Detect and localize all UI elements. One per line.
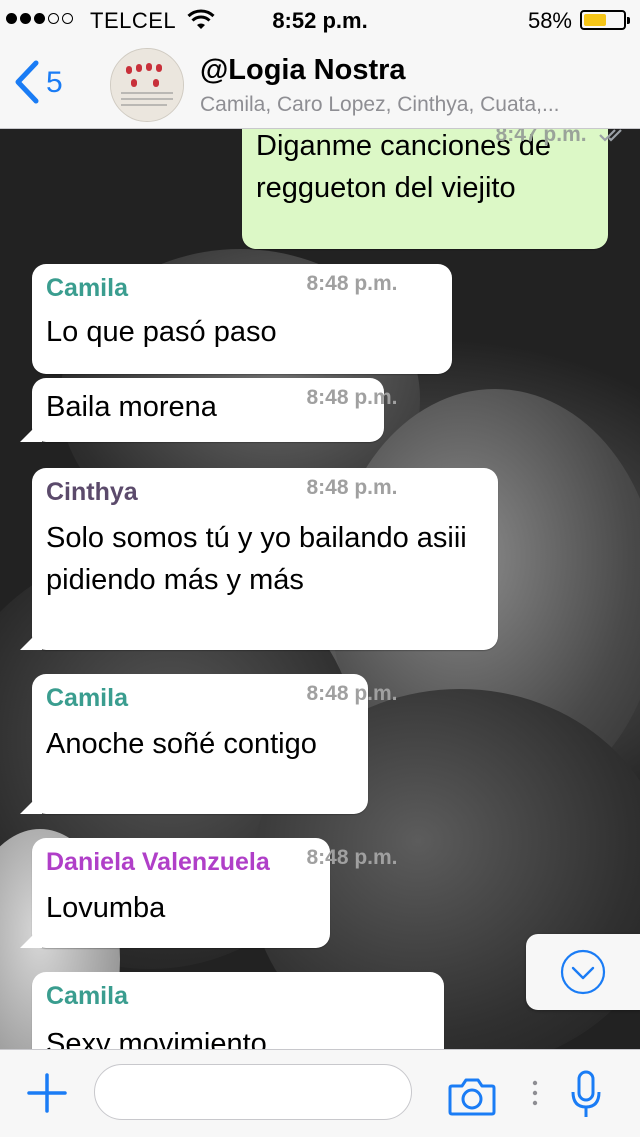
chat-messages[interactable]: Diganme canciones de reggueton del vieji…	[0, 129, 640, 1049]
message-composer	[0, 1049, 640, 1137]
message-bubble[interactable]: Camila Sexy movimiento	[32, 972, 444, 1049]
chat-header: 5 @Logia Nostra Camila, Caro Lopez, Cint…	[0, 40, 640, 129]
chevron-down-icon	[560, 949, 606, 995]
message-text: Sexy movimiento	[46, 1028, 267, 1049]
back-button[interactable]: 5	[14, 60, 63, 104]
message-sender: Camila	[46, 982, 128, 1010]
message-bubble[interactable]: Cinthya Solo somos tú y yo bailando asii…	[20, 468, 498, 650]
message-time: 8:48 p.m.	[306, 386, 398, 409]
bubble-tail	[20, 420, 42, 442]
voice-message-button[interactable]	[570, 1070, 602, 1125]
message-bubble-outgoing[interactable]: Diganme canciones de reggueton del vieji…	[242, 129, 623, 249]
read-receipt-icon	[599, 129, 623, 143]
bubble-tail	[20, 628, 42, 650]
battery-percent: 58%	[527, 8, 572, 33]
message-time: 8:48 p.m.	[306, 846, 398, 869]
message-bubble[interactable]: Baila morena 8:48 p.m.	[20, 378, 398, 442]
camera-button[interactable]	[448, 1076, 496, 1121]
message-bubble[interactable]: Daniela Valenzuela Lovumba 8:48 p.m.	[20, 838, 398, 948]
microphone-icon	[571, 1070, 601, 1117]
message-time: 8:48 p.m.	[306, 272, 398, 295]
message-time: 8:47 p.m.	[242, 129, 640, 239]
more-dots-icon	[531, 1078, 539, 1113]
back-chevron-icon	[15, 60, 39, 104]
group-title[interactable]: @Logia Nostra	[200, 54, 406, 87]
status-bar: TELCEL 8:52 p.m. 58%	[0, 0, 640, 40]
back-unread-count[interactable]: 5	[46, 66, 63, 100]
camera-icon	[448, 1078, 496, 1116]
attach-button[interactable]	[26, 1072, 68, 1119]
bubble-tail	[20, 926, 42, 948]
bubble-tail	[20, 792, 42, 814]
message-bubble[interactable]: Camila Anoche soñé contigo 8:48 p.m.	[20, 674, 398, 814]
battery-fill	[584, 14, 606, 26]
group-avatar[interactable]	[110, 48, 184, 122]
message-time: 8:48 p.m.	[306, 682, 398, 705]
message-input[interactable]	[94, 1064, 412, 1120]
scroll-to-bottom-button[interactable]	[526, 934, 640, 1010]
battery-icon	[580, 10, 630, 30]
message-time: 8:48 p.m.	[306, 476, 398, 499]
group-members[interactable]: Camila, Caro Lopez, Cinthya, Cuata,...	[200, 93, 630, 117]
plus-icon	[27, 1073, 67, 1113]
message-bubble[interactable]: Camila Lo que pasó paso 8:48 p.m.	[32, 264, 452, 374]
